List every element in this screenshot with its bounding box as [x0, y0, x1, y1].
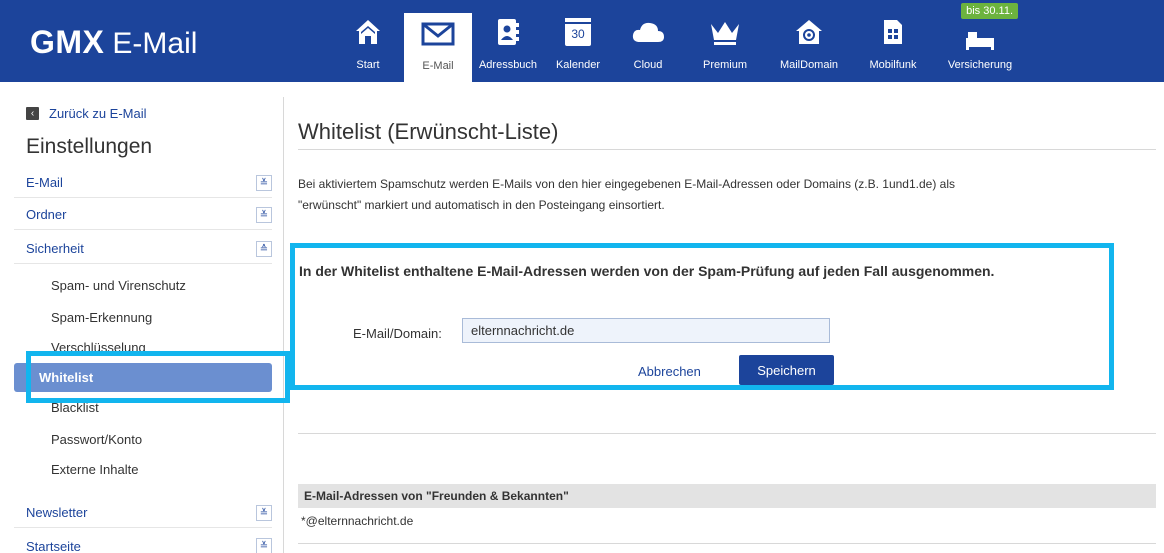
- nav-versicherung-label: Versicherung: [947, 59, 1013, 71]
- divider: [298, 543, 1156, 544]
- collapse-icon[interactable]: ≙: [256, 241, 272, 257]
- main-content: Whitelist (Erwünscht-Liste) Bei aktivier…: [290, 97, 1156, 553]
- sidebar-item-label: Spam-Erkennung: [51, 310, 153, 325]
- back-to-email-link[interactable]: ‹ Zurück zu E-Mail: [26, 106, 147, 121]
- cancel-button[interactable]: Abbrechen: [638, 364, 701, 379]
- sidebar-item-label: Passwort/Konto: [51, 432, 143, 447]
- page-title: Whitelist (Erwünscht-Liste): [298, 119, 559, 144]
- sidebar-group-startseite[interactable]: Startseite ≚: [14, 531, 272, 553]
- divider: [298, 433, 1156, 434]
- bed-icon: [936, 22, 1024, 58]
- mail-icon: [404, 16, 472, 52]
- expand-icon[interactable]: ≚: [256, 175, 272, 191]
- cloud-icon: [614, 14, 682, 50]
- nav-email[interactable]: E-Mail: [404, 13, 472, 82]
- sidebar-item-externe-inhalte[interactable]: Externe Inhalte: [14, 455, 272, 484]
- main-nav: Start E-Mail Adressbuch 30 Kalender Clou…: [334, 0, 1026, 82]
- nav-addressbook-label: Adressbuch: [478, 59, 538, 71]
- sidebar-group-label: Ordner: [26, 207, 67, 222]
- nav-mobilfunk-label: Mobilfunk: [869, 59, 917, 71]
- description-line: Bei aktiviertem Spamschutz werden E-Mail…: [298, 177, 955, 191]
- settings-sidebar: ‹ Zurück zu E-Mail Einstellungen E-Mail …: [14, 97, 284, 553]
- nav-maildomain-label: MailDomain: [779, 59, 839, 71]
- whitelist-form: In der Whitelist enthaltene E-Mail-Adres…: [290, 243, 1114, 390]
- sidebar-group-ordner[interactable]: Ordner ≚: [14, 200, 272, 230]
- nav-premium-label: Premium: [702, 59, 747, 71]
- brand-product: E-Mail: [112, 27, 198, 60]
- nav-cloud-label: Cloud: [633, 59, 663, 71]
- sidebar-group-label: Newsletter: [26, 505, 88, 520]
- calendar-icon: 30: [544, 14, 612, 50]
- expand-icon[interactable]: ≚: [256, 207, 272, 223]
- nav-maildomain[interactable]: MailDomain: [768, 0, 850, 82]
- expand-icon[interactable]: ≚: [256, 538, 272, 553]
- page-description: Bei aktiviertem Spamschutz werden E-Mail…: [298, 174, 1154, 216]
- crown-icon: [684, 14, 766, 50]
- brand-name: GMX: [30, 24, 105, 60]
- save-button[interactable]: Speichern: [739, 355, 834, 385]
- promo-badge: bis 30.11.: [961, 3, 1018, 19]
- sidebar-item-passwort-konto[interactable]: Passwort/Konto: [14, 425, 272, 454]
- nav-premium[interactable]: Premium: [684, 0, 766, 82]
- nav-mobilfunk[interactable]: Mobilfunk: [852, 0, 934, 82]
- nav-calendar[interactable]: 30 Kalender: [544, 0, 612, 82]
- divider: [298, 149, 1156, 150]
- expand-icon[interactable]: ≚: [256, 505, 272, 521]
- sidebar-group-sicherheit[interactable]: Sicherheit ≙: [14, 234, 272, 264]
- sidebar-item-spam-erkennung[interactable]: Spam-Erkennung: [14, 303, 272, 332]
- sidebar-group-newsletter[interactable]: Newsletter ≚: [14, 498, 272, 528]
- whitelist-entry[interactable]: *@elternnachricht.de: [301, 514, 413, 528]
- home-icon: [334, 14, 402, 50]
- maildomain-icon: [768, 14, 850, 50]
- nav-cloud[interactable]: Cloud: [614, 0, 682, 82]
- whitelist-table-header: E-Mail-Adressen von "Freunden & Bekannte…: [298, 484, 1156, 508]
- nav-start[interactable]: Start: [334, 0, 402, 82]
- chevron-left-icon: ‹: [26, 107, 39, 120]
- form-heading: In der Whitelist enthaltene E-Mail-Adres…: [299, 263, 995, 279]
- simcard-icon: [852, 14, 934, 50]
- nav-start-label: Start: [356, 59, 380, 71]
- addressbook-icon: [474, 14, 542, 50]
- sidebar-group-label: Startseite: [26, 538, 81, 553]
- back-label: Zurück zu E-Mail: [49, 106, 147, 121]
- nav-versicherung[interactable]: bis 30.11. Versicherung: [936, 0, 1024, 82]
- calendar-day: 30: [571, 27, 585, 41]
- email-domain-input[interactable]: [462, 318, 830, 343]
- nav-calendar-label: Kalender: [555, 59, 601, 71]
- nav-addressbook[interactable]: Adressbuch: [474, 0, 542, 82]
- sidebar-item-label: Spam- und Virenschutz: [51, 278, 186, 293]
- gmx-logo[interactable]: GMX E-Mail: [30, 24, 197, 61]
- sidebar-item-spam-virenschutz[interactable]: Spam- und Virenschutz: [14, 271, 272, 300]
- sidebar-item-label: Externe Inhalte: [51, 462, 139, 477]
- sidebar-group-label: Sicherheit: [26, 241, 84, 256]
- description-line: "erwünscht" markiert und automatisch in …: [298, 198, 665, 212]
- sidebar-group-email[interactable]: E-Mail ≚: [14, 168, 272, 198]
- top-bar: GMX E-Mail Start E-Mail Adressbuch 30 Ka…: [0, 0, 1164, 82]
- settings-title: Einstellungen: [26, 135, 153, 158]
- nav-email-label: E-Mail: [422, 60, 454, 72]
- email-domain-label: E-Mail/Domain:: [353, 326, 442, 341]
- sidebar-group-label: E-Mail: [26, 175, 63, 190]
- highlight-frame-whitelist: [26, 351, 290, 403]
